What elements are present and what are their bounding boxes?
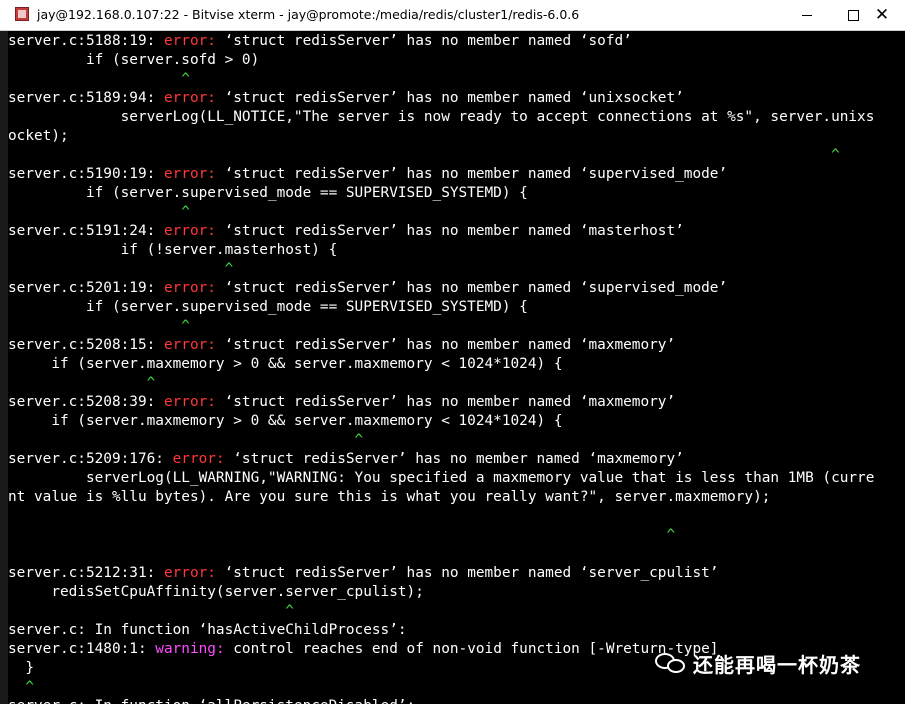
error-label: error:	[163, 166, 216, 182]
close-button[interactable]: ✕	[859, 0, 905, 31]
terminal-line: if (server.maxmemory > 0 && server.maxme…	[8, 413, 563, 429]
diagnostic-message: ‘struct redisServer’ has no member named…	[215, 337, 676, 353]
terminal-line: if (server.supervised_mode == SUPERVISED…	[8, 185, 528, 201]
terminal-line: nt value is %llu bytes). Are you sure th…	[8, 489, 771, 505]
diagnostic-message: ‘struct redisServer’ has no member named…	[215, 223, 684, 239]
caret-marker: ^	[8, 375, 156, 391]
error-label: error:	[163, 565, 216, 581]
diagnostic-message: ‘struct redisServer’ has no member named…	[224, 451, 684, 467]
wechat-icon	[655, 651, 685, 675]
error-label: error:	[172, 451, 225, 467]
terminal-line: serverLog(LL_WARNING,"WARNING: You speci…	[8, 470, 875, 486]
error-label: error:	[163, 280, 216, 296]
diagnostic-message: ‘struct redisServer’ has no member named…	[215, 394, 676, 410]
terminal-line: serverLog(LL_NOTICE,"The server is now r…	[8, 109, 875, 125]
warning-label: warning:	[155, 641, 225, 657]
window-title: jay@192.168.0.107:22 - Bitvise xterm - j…	[37, 7, 580, 22]
diagnostic-message: ‘struct redisServer’ has no member named…	[215, 565, 719, 581]
caret-marker: ^	[8, 432, 364, 448]
background-window-edge	[0, 31, 8, 704]
terminal-line: server.c:5190:19: error: ‘struct redisSe…	[8, 165, 905, 184]
minimize-icon	[802, 15, 812, 16]
caret-marker: ^	[8, 527, 676, 543]
diagnostic-location: server.c:5188:19:	[8, 33, 164, 49]
error-label: error:	[163, 90, 216, 106]
error-label: error:	[163, 33, 216, 49]
terminal-line: server.c:5191:24: error: ‘struct redisSe…	[8, 222, 905, 241]
caret-marker: ^	[8, 147, 840, 163]
minimize-button[interactable]	[784, 0, 830, 31]
terminal-line: ocket);	[8, 128, 69, 144]
terminal-line: server.c:5201:19: error: ‘struct redisSe…	[8, 279, 905, 298]
caret-marker: ^	[8, 204, 190, 220]
maximize-icon	[847, 10, 859, 21]
close-icon: ✕	[874, 5, 890, 25]
diagnostic-message: ‘struct redisServer’ has no member named…	[215, 166, 728, 182]
diagnostic-location: server.c:5212:31:	[8, 565, 164, 581]
terminal-line: if (server.supervised_mode == SUPERVISED…	[8, 299, 528, 315]
terminal-line: server.c:5208:39: error: ‘struct redisSe…	[8, 393, 905, 412]
caret-marker: ^	[8, 318, 190, 334]
watermark: 还能再喝一杯奶茶	[655, 648, 861, 678]
terminal-line: redisSetCpuAffinity(server.server_cpulis…	[8, 584, 424, 600]
diagnostic-message: ‘struct redisServer’ has no member named…	[215, 280, 728, 296]
error-label: error:	[163, 394, 216, 410]
diagnostic-message: ‘struct redisServer’ has no member named…	[215, 33, 632, 49]
caret-marker: ^	[8, 71, 190, 87]
terminal-line: server.c: In function ‘hasActiveChildPro…	[8, 622, 407, 638]
diagnostic-location: server.c:5191:24:	[8, 223, 164, 239]
diagnostic-location: server.c:5208:39:	[8, 394, 164, 410]
error-label: error:	[163, 223, 216, 239]
diagnostic-location: server.c:5208:15:	[8, 337, 164, 353]
terminal-line: server.c:5189:94: error: ‘struct redisSe…	[8, 89, 905, 108]
terminal-line: if (server.maxmemory > 0 && server.maxme…	[8, 356, 563, 372]
terminal-line: if (server.sofd > 0)	[8, 52, 260, 68]
diagnostic-message: ‘struct redisServer’ has no member named…	[215, 90, 684, 106]
watermark-text: 还能再喝一杯奶茶	[693, 652, 861, 677]
error-label: error:	[163, 337, 216, 353]
terminal-app-icon[interactable]	[15, 7, 29, 21]
terminal-line: server.c:5208:15: error: ‘struct redisSe…	[8, 336, 905, 355]
terminal-line: if (!server.masterhost) {	[8, 242, 338, 258]
diagnostic-location: server.c:5190:19:	[8, 166, 164, 182]
terminal-line: server.c:5209:176: error: ‘struct redisS…	[8, 450, 905, 469]
caret-marker: ^	[8, 261, 234, 277]
caret-marker: ^	[8, 603, 294, 619]
caret-marker: ^	[8, 679, 34, 695]
diagnostic-message: control reaches end of non-void function…	[224, 641, 719, 657]
diagnostic-location: server.c:5209:176:	[8, 451, 173, 467]
diagnostic-location: server.c:5201:19:	[8, 280, 164, 296]
terminal-output[interactable]: server.c:5188:19: error: ‘struct redisSe…	[8, 32, 905, 704]
diagnostic-location: server.c:5189:94:	[8, 90, 164, 106]
terminal-line: server.c: In function ‘allPersistenceDis…	[8, 697, 905, 704]
terminal-line: server.c:5212:31: error: ‘struct redisSe…	[8, 564, 905, 583]
diagnostic-location: server.c:1480:1:	[8, 641, 156, 657]
window-titlebar[interactable]: jay@192.168.0.107:22 - Bitvise xterm - j…	[0, 0, 905, 31]
terminal-line: server.c:5188:19: error: ‘struct redisSe…	[8, 32, 905, 51]
